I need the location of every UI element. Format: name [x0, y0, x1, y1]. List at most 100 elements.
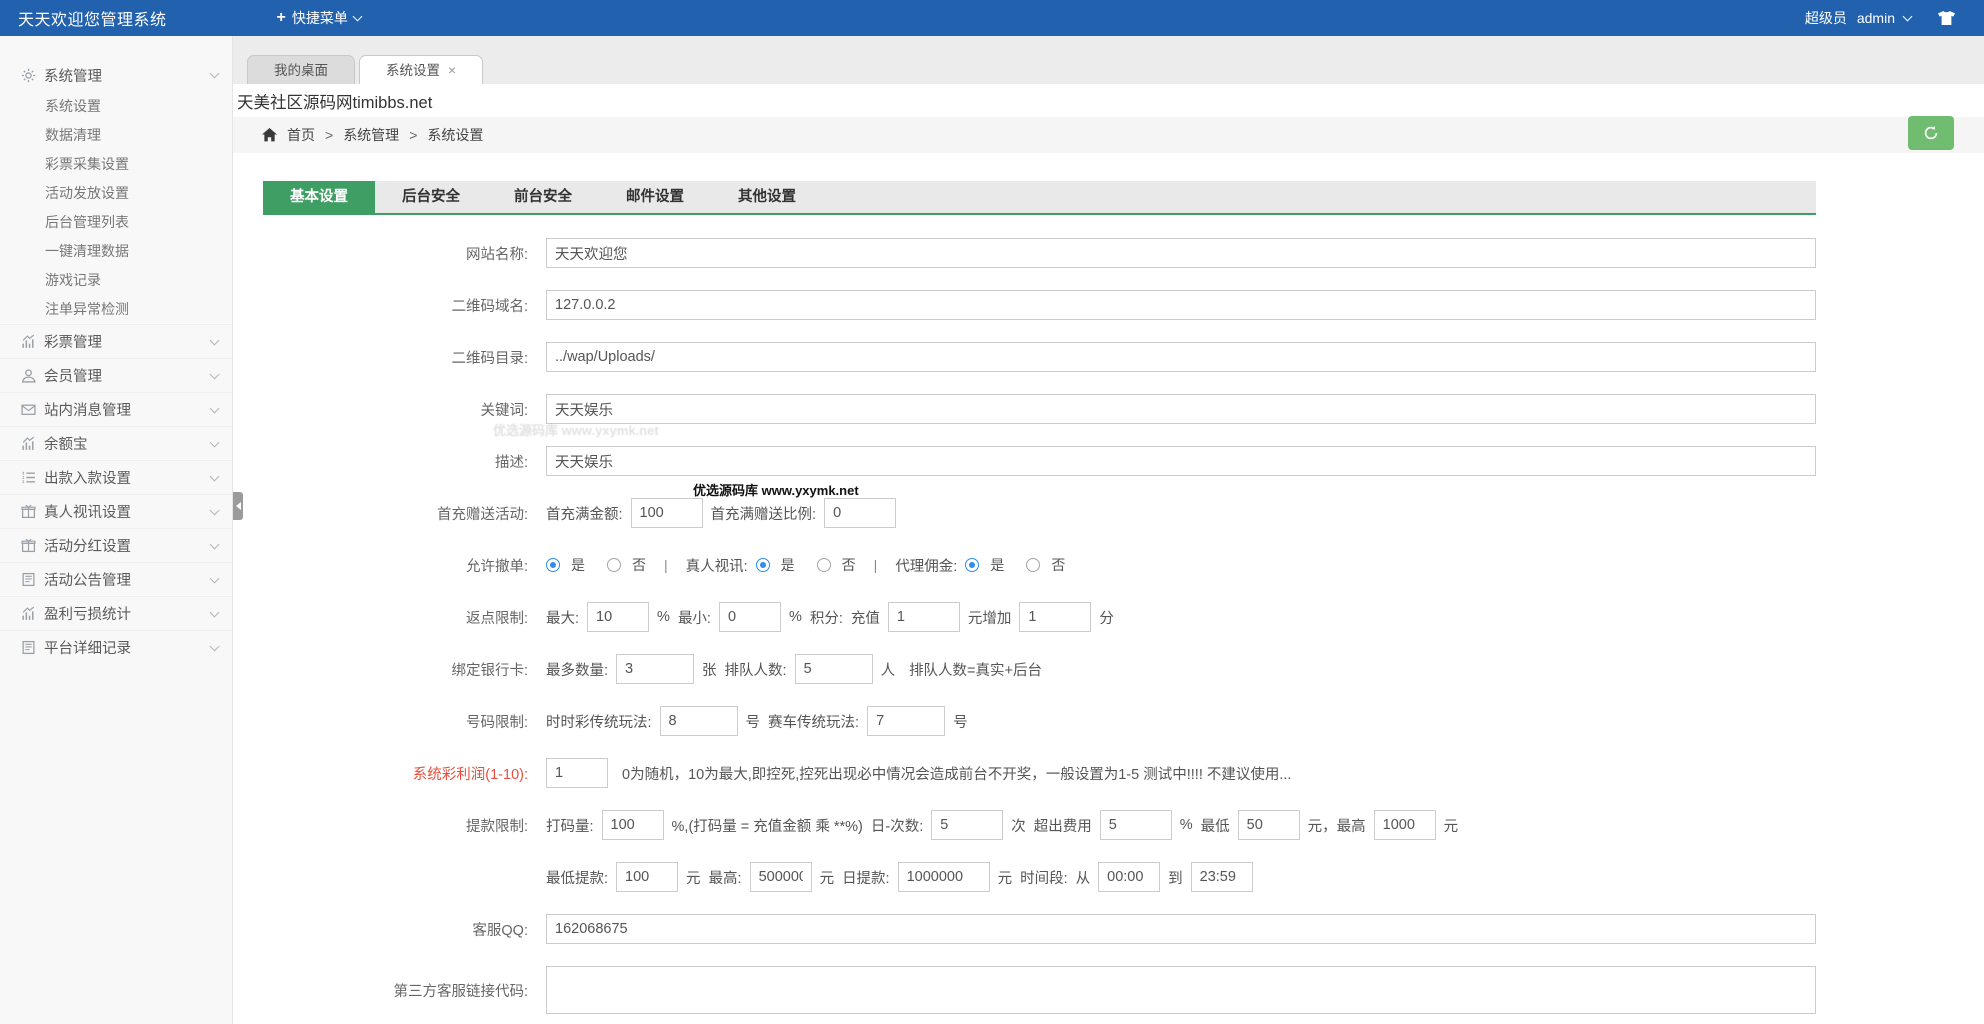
sidebar-item-system-settings[interactable]: 系统设置 — [0, 92, 232, 121]
sidebar-item-message-management[interactable]: 站内消息管理 — [0, 392, 232, 426]
sidebar-item-live-video-settings[interactable]: 真人视讯设置 — [0, 494, 232, 528]
refresh-button[interactable] — [1908, 116, 1954, 150]
field-label: 二维码目录: — [263, 347, 546, 368]
site-name-input[interactable] — [546, 238, 1816, 268]
first-charge-amount-input[interactable] — [631, 498, 703, 528]
sidebar-item-payment-settings[interactable]: 出款入款设置 — [0, 460, 232, 494]
unit-label: 次 — [1011, 815, 1026, 836]
time-from-input[interactable] — [1098, 862, 1160, 892]
first-charge-ratio-input[interactable] — [824, 498, 896, 528]
sidebar-item-yuebao[interactable]: 余额宝 — [0, 426, 232, 460]
sidebar-item-system-management[interactable]: 系统管理 — [0, 58, 232, 92]
tab-mail-settings[interactable]: 邮件设置 — [599, 181, 711, 213]
agent-commission-no-radio[interactable] — [1026, 558, 1040, 572]
live-video-no-radio[interactable] — [817, 558, 831, 572]
bank-card-max-input[interactable] — [616, 654, 694, 684]
withdraw-limit-row-2: 最低提款: 元 最高: 元 日提款: 元 时间段: 从 — [263, 862, 1984, 892]
bet-volume-input[interactable] — [602, 810, 664, 840]
time-to-input[interactable] — [1191, 862, 1253, 892]
points-charge-input[interactable] — [888, 602, 960, 632]
sidebar-item-lottery-management[interactable]: 彩票管理 — [0, 324, 232, 358]
live-video-yes-radio[interactable] — [756, 558, 770, 572]
breadcrumb-system-settings[interactable]: 系统设置 — [427, 125, 483, 145]
sidebar-item-admin-list[interactable]: 后台管理列表 — [0, 208, 232, 237]
breadcrumb: 首页 > 系统管理 > 系统设置 — [233, 117, 1984, 153]
user-menu[interactable]: admin — [1857, 10, 1911, 26]
field-controls: 最大: % 最小: % 积分: 充值 元增加 — [546, 602, 1114, 632]
sidebar-item-game-records[interactable]: 游戏记录 — [0, 266, 232, 295]
sidebar-item-platform-records[interactable]: 平台详细记录 — [0, 630, 232, 664]
inline-label: 从 — [1076, 867, 1091, 888]
sidebar-item-one-key-clean[interactable]: 一键清理数据 — [0, 237, 232, 266]
daily-withdraw-input[interactable] — [898, 862, 990, 892]
chart-icon — [20, 334, 36, 350]
qr-dir-input[interactable] — [546, 342, 1816, 372]
allow-cancel-no-radio[interactable] — [607, 558, 621, 572]
tab-my-desktop[interactable]: 我的桌面 — [247, 55, 355, 84]
keywords-input[interactable] — [546, 394, 1816, 424]
max-fee-input[interactable] — [1374, 810, 1436, 840]
sidebar-item-profit-loss-stats[interactable]: 盈利亏损统计 — [0, 596, 232, 630]
qr-dir-row: 二维码目录: — [263, 342, 1984, 372]
rebate-limit-row: 返点限制: 最大: % 最小: % 积分: 充值 — [263, 602, 1984, 632]
system-profit-row: 系统彩利润(1-10): 0为随机，10为最大,即控死,控死出现必中情况会造成前… — [263, 758, 1984, 788]
chevron-down-icon — [210, 539, 220, 549]
rebate-max-input[interactable] — [587, 602, 649, 632]
excess-fee-input[interactable] — [1100, 810, 1172, 840]
tab-backend-security[interactable]: 后台安全 — [375, 181, 487, 213]
allow-cancel-yes-radio[interactable] — [546, 558, 560, 572]
field-label: 第三方客服链接代码: — [263, 980, 546, 1001]
breadcrumb-home[interactable]: 首页 — [287, 125, 315, 145]
field-label: 绑定银行卡: — [263, 659, 546, 680]
points-add-input[interactable] — [1019, 602, 1091, 632]
collapse-arrow-icon — [236, 502, 241, 510]
divider: | — [874, 557, 878, 573]
tab-system-settings[interactable]: 系统设置 × — [359, 55, 483, 84]
home-icon — [262, 128, 277, 142]
rebate-min-input[interactable] — [719, 602, 781, 632]
unit-label: 张 — [702, 659, 717, 680]
max-withdraw-input[interactable] — [750, 862, 812, 892]
sidebar-item-dividend-settings[interactable]: 活动分红设置 — [0, 528, 232, 562]
tab-frontend-security[interactable]: 前台安全 — [487, 181, 599, 213]
theme-button[interactable] — [1937, 10, 1956, 26]
sidebar-item-activity-grant[interactable]: 活动发放设置 — [0, 179, 232, 208]
inline-label: 到 — [1168, 867, 1183, 888]
radio-label: 否 — [842, 555, 856, 575]
gear-icon — [20, 67, 36, 83]
form-rows: 网站名称: 二维码域名: 二维码目录: 关键词: — [263, 238, 1984, 1014]
sidebar-item-member-management[interactable]: 会员管理 — [0, 358, 232, 392]
breadcrumb-system-management[interactable]: 系统管理 — [343, 125, 399, 145]
field-label-danger: 系统彩利润(1-10): — [263, 763, 546, 784]
tab-basic-settings[interactable]: 基本设置 — [263, 181, 375, 213]
chevron-down-icon — [210, 335, 220, 345]
sidebar-item-data-cleanup[interactable]: 数据清理 — [0, 121, 232, 150]
chevron-down-icon — [210, 403, 220, 413]
ssc-number-input[interactable] — [660, 706, 738, 736]
mail-icon — [20, 402, 36, 418]
min-withdraw-input[interactable] — [616, 862, 678, 892]
radio-label: 是 — [990, 555, 1004, 575]
min-fee-input[interactable] — [1238, 810, 1300, 840]
sidebar-item-announcement-management[interactable]: 活动公告管理 — [0, 562, 232, 596]
service-qq-input[interactable] — [546, 914, 1816, 944]
queue-count-input[interactable] — [795, 654, 873, 684]
tab-other-settings[interactable]: 其他设置 — [711, 181, 823, 213]
username-label: admin — [1857, 10, 1895, 26]
racing-number-input[interactable] — [867, 706, 945, 736]
description-input[interactable] — [546, 446, 1816, 476]
sidebar-item-label: 站内消息管理 — [44, 399, 211, 420]
close-icon[interactable]: × — [448, 57, 456, 84]
user-icon — [20, 368, 36, 384]
inline-label: 代理佣金: — [895, 555, 957, 576]
inline-label: 首充满赠送比例: — [711, 503, 817, 524]
system-profit-input[interactable] — [546, 758, 608, 788]
quick-menu-button[interactable]: + 快捷菜单 — [277, 8, 361, 28]
agent-commission-yes-radio[interactable] — [965, 558, 979, 572]
sidebar-item-lottery-collect[interactable]: 彩票采集设置 — [0, 150, 232, 179]
third-party-code-input[interactable] — [546, 966, 1816, 1014]
sidebar-item-order-anomaly[interactable]: 注单异常检测 — [0, 295, 232, 324]
sidebar-collapse-handle[interactable] — [233, 492, 243, 520]
qr-domain-input[interactable] — [546, 290, 1816, 320]
daily-times-input[interactable] — [931, 810, 1003, 840]
